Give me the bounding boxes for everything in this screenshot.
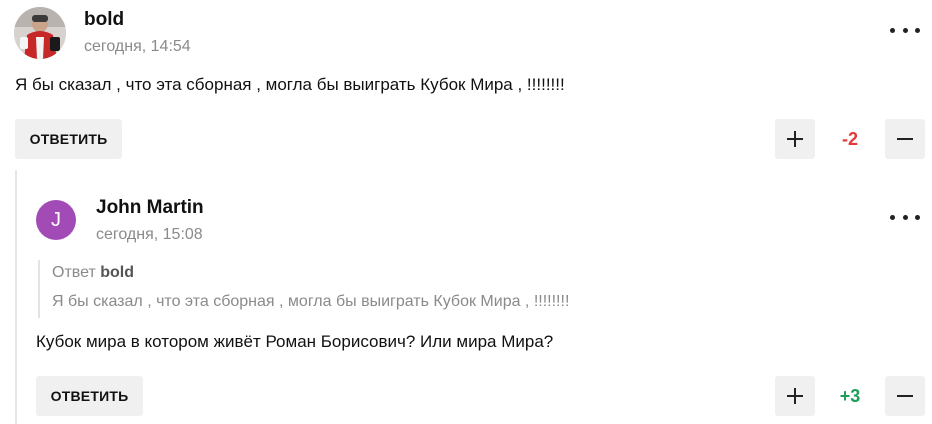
comments-page: bold сегодня, 14:54 Я бы сказал , что эт… <box>0 0 932 424</box>
comment-score: -2 <box>841 129 858 149</box>
quote-author: bold <box>100 264 134 281</box>
user-avatar[interactable]: J <box>36 200 76 240</box>
minus-icon <box>897 138 913 140</box>
more-options-button[interactable] <box>890 207 920 227</box>
user-avatar[interactable] <box>14 7 66 59</box>
quote-border <box>38 260 40 318</box>
comment-text: Я бы сказал , что эта сборная , могла бы… <box>15 75 565 94</box>
downvote-button[interactable] <box>885 119 925 159</box>
comment-score: +3 <box>839 386 861 406</box>
comment-author[interactable]: bold <box>84 9 124 31</box>
downvote-button[interactable] <box>885 376 925 416</box>
thread-indent-line <box>15 170 17 424</box>
reply-button[interactable]: ОТВЕТИТЬ <box>15 119 122 159</box>
upvote-button[interactable] <box>775 119 815 159</box>
upvote-button[interactable] <box>775 376 815 416</box>
avatar-letter: J <box>51 208 61 231</box>
reply-button[interactable]: ОТВЕТИТЬ <box>36 376 143 416</box>
more-dots-icon <box>890 214 895 220</box>
hockey-player-avatar-icon <box>14 7 66 59</box>
quote-header[interactable]: Ответ bold <box>52 264 134 282</box>
quote-prefix: Ответ <box>52 264 101 281</box>
plus-icon <box>787 131 803 147</box>
comment-text: Кубок мира в котором живёт Роман Борисов… <box>36 332 554 351</box>
minus-icon <box>897 395 913 397</box>
comment-author[interactable]: John Martin <box>96 197 204 219</box>
plus-icon <box>787 388 803 404</box>
more-dots-icon <box>890 27 895 33</box>
comment-timestamp: сегодня, 14:54 <box>84 38 191 55</box>
quote-text: Я бы сказал , что эта сборная , могла бы… <box>52 293 570 310</box>
comment-timestamp: сегодня, 15:08 <box>96 226 203 243</box>
more-options-button[interactable] <box>890 20 920 40</box>
